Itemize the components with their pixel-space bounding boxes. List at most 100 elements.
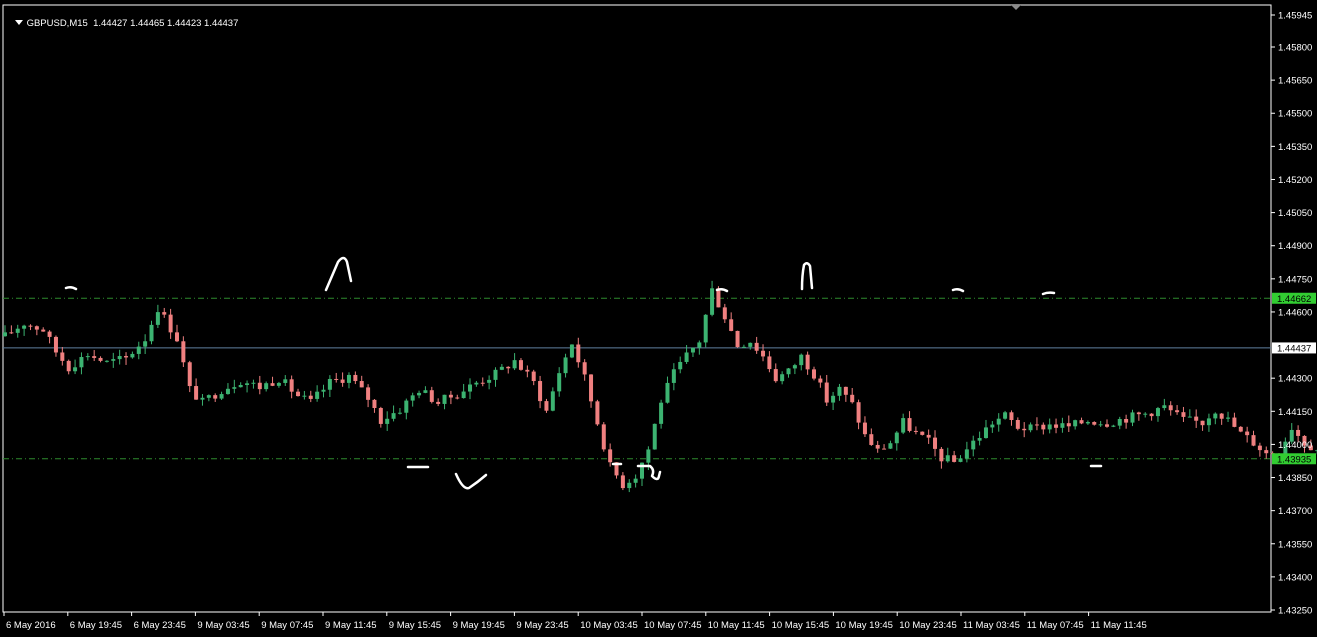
bear-candle xyxy=(544,401,549,411)
bear-candle xyxy=(366,387,371,400)
bull-candle xyxy=(1098,424,1103,426)
dropdown-triangle-icon[interactable] xyxy=(14,20,23,25)
level-lines xyxy=(3,297,1271,460)
hand-drawn-mark[interactable] xyxy=(1041,291,1056,296)
bull-candle xyxy=(474,382,479,385)
bull-candle xyxy=(3,332,7,337)
bear-candle xyxy=(722,307,727,320)
bear-candle xyxy=(1015,420,1020,429)
bear-candle xyxy=(805,354,810,370)
ohlc-values: 1.44427 1.44465 1.44423 1.44437 xyxy=(93,18,239,29)
bull-candle xyxy=(799,354,804,366)
hand-drawn-mark[interactable] xyxy=(715,287,729,293)
bull-candle xyxy=(837,386,842,396)
bear-candle xyxy=(436,401,441,404)
bear-candle xyxy=(162,312,167,315)
bear-candle xyxy=(856,402,861,423)
bear-candle xyxy=(1181,412,1186,417)
bull-candle xyxy=(238,384,243,388)
bear-candle xyxy=(98,357,103,361)
bear-candle xyxy=(124,356,129,358)
bear-candle xyxy=(174,332,179,342)
bull-candle xyxy=(493,369,498,380)
hand-drawn-mark[interactable] xyxy=(951,287,965,293)
level-price-label: 1.43935 xyxy=(1277,454,1311,465)
price-tick-label: 1.43850 xyxy=(1278,473,1312,484)
bear-candle xyxy=(187,362,192,387)
bull-candle xyxy=(423,390,428,393)
bull-candle xyxy=(245,383,250,385)
price-tick-label: 1.44900 xyxy=(1278,241,1312,252)
bear-candle xyxy=(1168,405,1173,411)
bear-candle xyxy=(735,330,740,348)
chart-window[interactable]: 1.45945 1.45800 1.45650 1.45500 1.45350 1.452… xyxy=(0,0,1317,637)
bull-candle xyxy=(697,342,702,348)
bull-candle xyxy=(563,357,568,374)
bull-candle xyxy=(684,352,689,362)
bull-candle xyxy=(557,373,562,392)
time-tick-label: 6 May 19:45 xyxy=(70,620,122,631)
time-tick-label: 10 May 03:45 xyxy=(580,620,638,631)
bear-candle xyxy=(41,329,46,332)
bear-candle xyxy=(767,356,772,370)
bull-candle xyxy=(512,360,517,369)
bull-candle xyxy=(792,365,797,369)
chart-shift-marker-icon[interactable] xyxy=(1011,5,1021,10)
price-tick-label: 1.44750 xyxy=(1278,274,1312,285)
price-tick-label: 1.43250 xyxy=(1278,606,1312,617)
bull-candle xyxy=(901,418,906,433)
price-tick-label: 1.44600 xyxy=(1278,307,1312,318)
bear-candle xyxy=(531,371,536,382)
bear-candle xyxy=(334,378,339,380)
bear-candle xyxy=(1022,428,1027,431)
bear-candle xyxy=(595,401,600,425)
bull-candle xyxy=(302,395,307,397)
bear-candle xyxy=(34,326,39,330)
price-chart[interactable]: 1.45945 1.45800 1.45650 1.45500 1.45350 1.452… xyxy=(0,0,1317,637)
bear-candle xyxy=(353,374,358,382)
bear-candle xyxy=(1136,412,1141,415)
hand-drawn-mark[interactable] xyxy=(454,472,488,490)
bear-candle xyxy=(1238,426,1243,432)
bull-candle xyxy=(690,347,695,353)
bull-candle xyxy=(346,374,351,383)
bull-candle xyxy=(1187,416,1192,418)
bull-candle xyxy=(321,389,326,392)
bull-candle xyxy=(646,449,651,463)
bull-candle xyxy=(385,418,390,424)
bull-candle xyxy=(786,368,791,375)
bull-candle xyxy=(276,382,281,386)
bear-candle xyxy=(194,386,199,400)
hand-drawn-mark[interactable] xyxy=(324,256,353,292)
bull-candle xyxy=(1047,424,1052,430)
bull-candle xyxy=(1213,413,1218,419)
hand-drawn-mark[interactable] xyxy=(800,262,814,291)
price-tick-label: 1.45050 xyxy=(1278,208,1312,219)
bear-candle xyxy=(60,352,65,361)
bear-candle xyxy=(926,434,931,438)
bear-candle xyxy=(92,356,97,358)
bull-candle xyxy=(130,353,135,358)
bull-candle xyxy=(73,367,78,372)
bull-candle xyxy=(1143,413,1148,415)
time-tick-label: 10 May 11:45 xyxy=(708,620,765,631)
bull-candle xyxy=(1003,412,1008,419)
bull-candle xyxy=(397,412,402,414)
bear-candle xyxy=(455,397,460,399)
bull-candle xyxy=(703,314,708,343)
bull-candle xyxy=(155,312,160,325)
bear-candle xyxy=(372,399,377,409)
bear-candle xyxy=(1232,417,1237,427)
time-tick-label: 9 May 07:45 xyxy=(261,620,313,631)
bear-candle xyxy=(1066,423,1071,427)
bull-candle xyxy=(404,400,409,413)
bull-candle xyxy=(225,388,230,395)
bull-candle xyxy=(627,482,632,489)
bull-candle xyxy=(22,325,27,329)
bear-candle xyxy=(761,350,766,357)
bear-candle xyxy=(862,422,867,435)
bull-candle xyxy=(206,395,211,398)
bull-candle xyxy=(327,378,332,390)
hand-drawn-mark[interactable] xyxy=(64,285,78,291)
bull-candle xyxy=(487,379,492,383)
